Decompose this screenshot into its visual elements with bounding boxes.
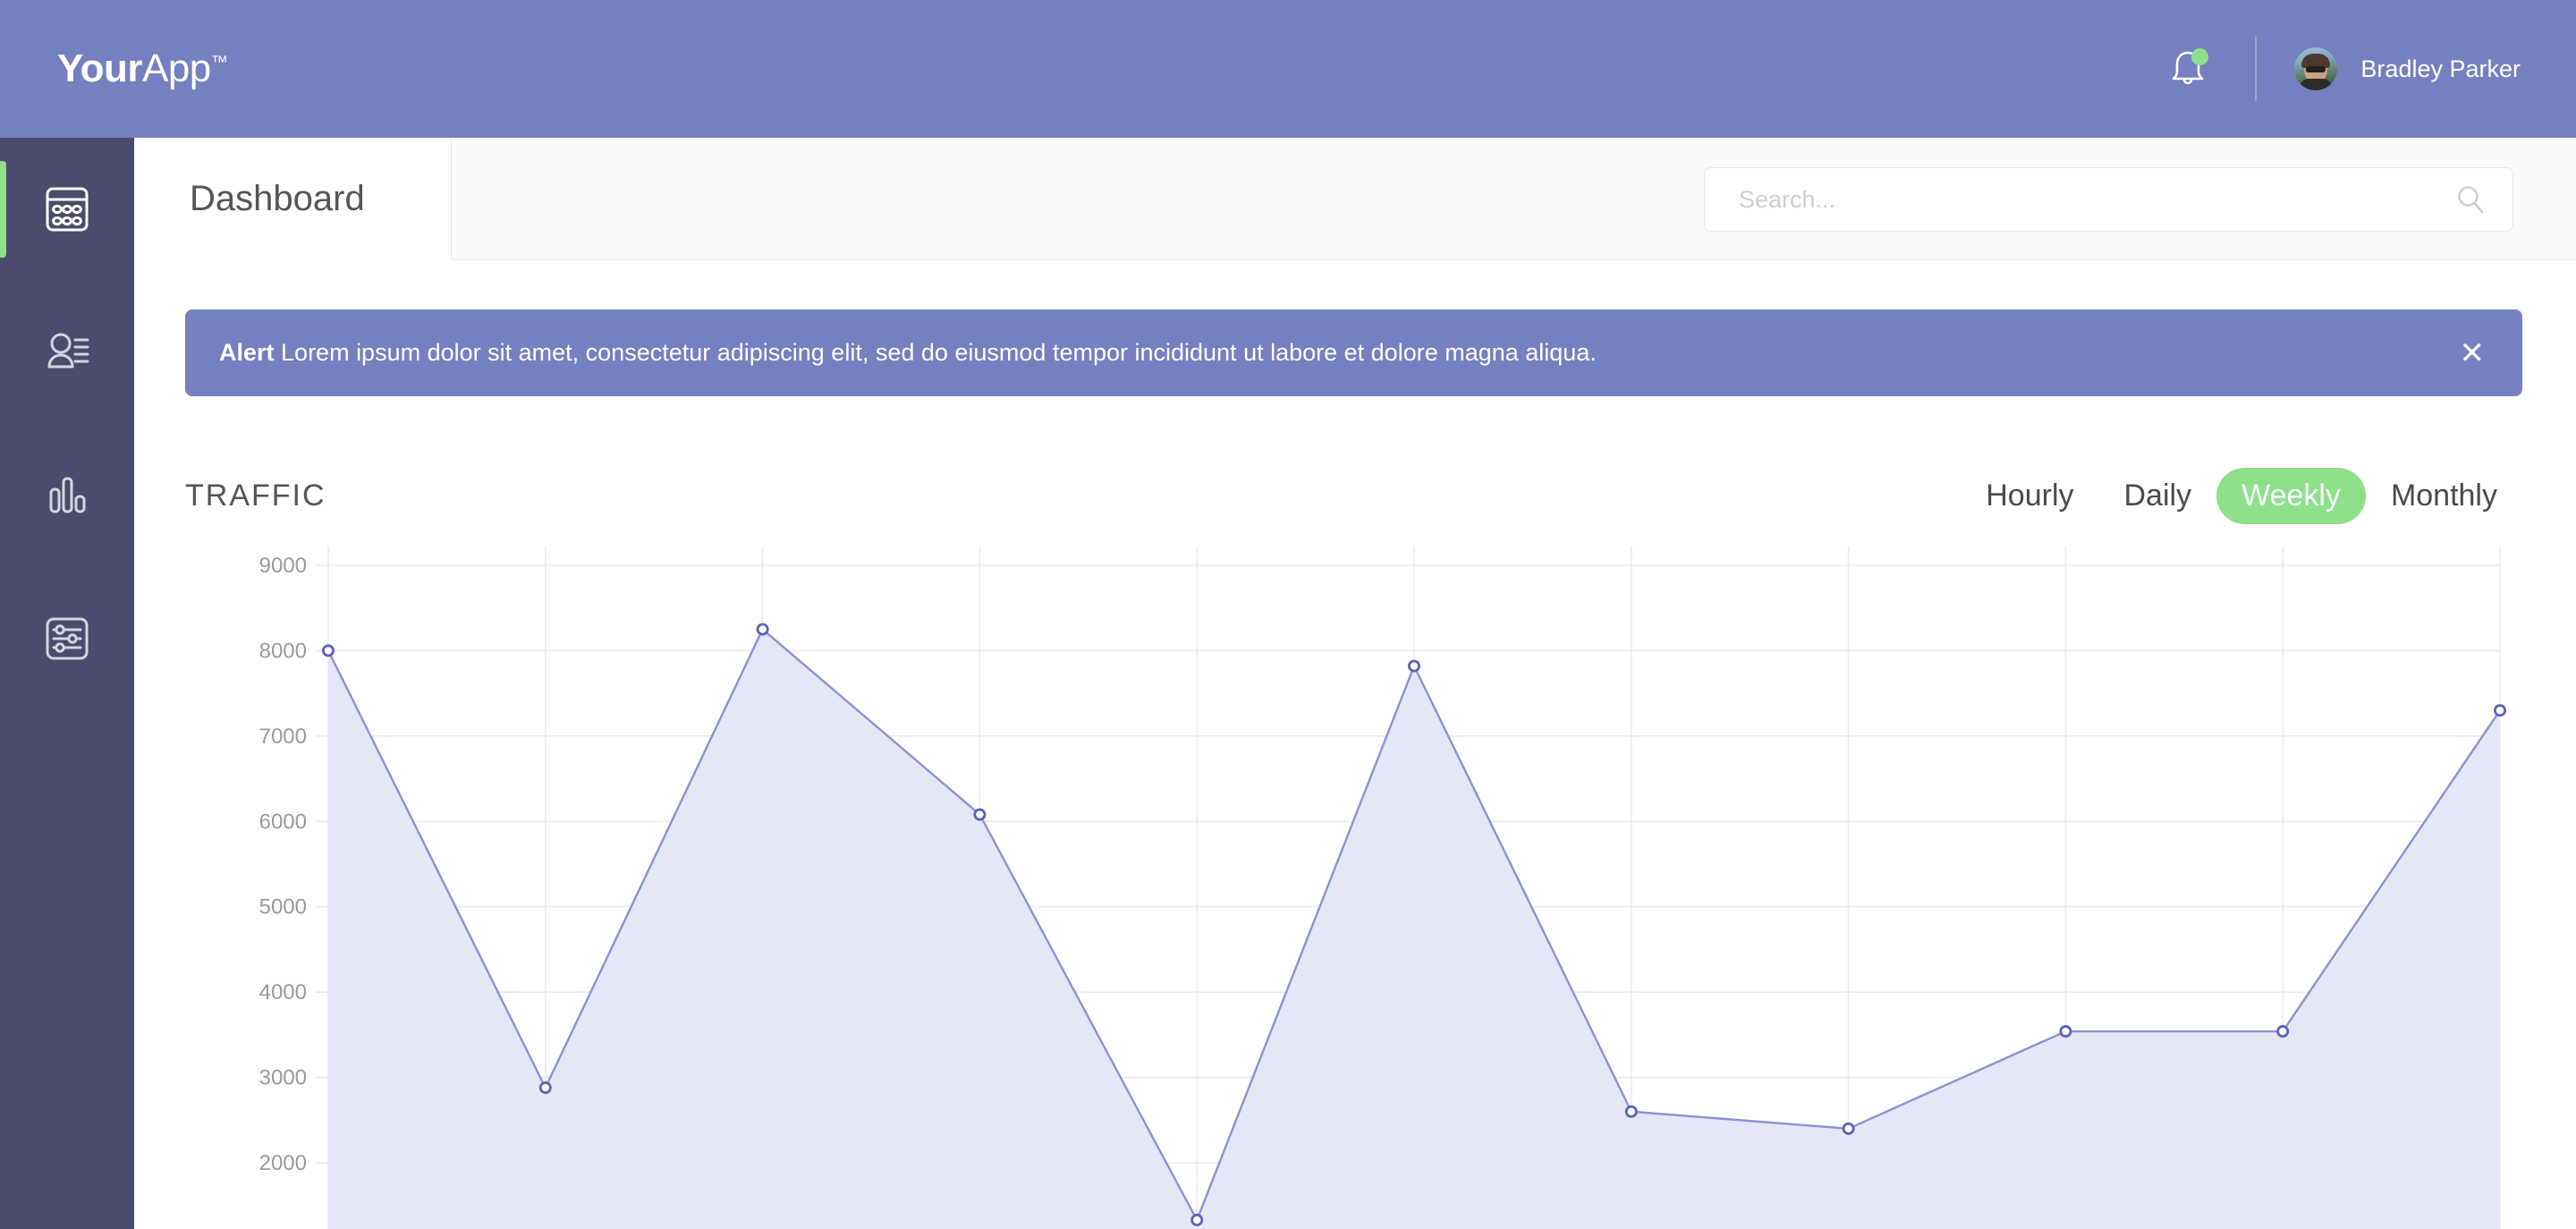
range-option-daily[interactable]: Daily xyxy=(2099,468,2217,524)
range-option-hourly[interactable]: Hourly xyxy=(1961,468,2098,524)
sidebar-item-reports[interactable] xyxy=(0,424,134,567)
traffic-panel-header: TRAFFIC Hourly Daily Weekly Monthly xyxy=(185,464,2522,527)
alert-body-text: Lorem ipsum dolor sit amet, consectetur … xyxy=(281,339,1597,366)
brand-bold-part: Your xyxy=(57,47,142,90)
sidebar-item-settings[interactable] xyxy=(0,567,134,710)
app-logo[interactable]: YourApp™ xyxy=(57,47,228,91)
traffic-area-chart-svg: 9000 8000 7000 6000 5000 4000 3000 2000 xyxy=(259,547,2506,1229)
main-content: Alert Lorem ipsum dolor sit amet, consec… xyxy=(134,260,2576,1229)
alert-banner: Alert Lorem ipsum dolor sit amet, consec… xyxy=(185,309,2522,396)
top-header: YourApp™ Bradley Parker xyxy=(0,0,2576,138)
search-icon[interactable] xyxy=(2455,184,2486,215)
brand-light-part: App xyxy=(141,47,211,90)
y-axis-tick-label: 5000 xyxy=(259,895,307,920)
sidebar-active-indicator xyxy=(0,161,6,258)
chart-data-point[interactable] xyxy=(756,623,769,636)
tab-strip: Dashboard xyxy=(134,138,2576,260)
chart-data-point[interactable] xyxy=(2059,1025,2072,1038)
bar-chart-icon xyxy=(49,477,86,513)
chart-data-point[interactable] xyxy=(1408,659,1421,673)
tab-dashboard[interactable]: Dashboard xyxy=(134,138,452,260)
header-actions: Bradley Parker xyxy=(2162,0,2521,138)
avatar-sunglasses xyxy=(2306,66,2326,72)
user-list-icon xyxy=(47,333,89,369)
avatar[interactable] xyxy=(2294,47,2338,90)
alert-label: Alert xyxy=(219,339,275,366)
avatar-body xyxy=(2300,79,2333,90)
search-input[interactable] xyxy=(1739,185,2455,214)
sidebar xyxy=(0,138,134,1229)
alert-message: Alert Lorem ipsum dolor sit amet, consec… xyxy=(219,341,1597,365)
search-bar[interactable] xyxy=(1704,167,2513,232)
range-option-weekly[interactable]: Weekly xyxy=(2216,467,2366,524)
sliders-settings-icon xyxy=(46,617,89,660)
chart-data-point[interactable] xyxy=(1624,1105,1638,1118)
y-axis-tick-label: 3000 xyxy=(259,1066,307,1090)
chart-data-point[interactable] xyxy=(2276,1025,2290,1038)
y-axis-tick-label: 6000 xyxy=(259,809,307,834)
chart-data-point[interactable] xyxy=(1842,1122,1855,1135)
sidebar-item-users[interactable] xyxy=(0,281,134,424)
traffic-chart[interactable]: 9000 8000 7000 6000 5000 4000 3000 2000 xyxy=(185,547,2522,1229)
chart-data-point[interactable] xyxy=(973,808,987,821)
time-range-toggle-group: Hourly Daily Weekly Monthly xyxy=(1961,467,2522,524)
chart-data-point[interactable] xyxy=(538,1081,552,1095)
chart-data-point[interactable] xyxy=(1191,1213,1204,1226)
traffic-panel-title: TRAFFIC xyxy=(185,478,326,513)
user-name-label[interactable]: Bradley Parker xyxy=(2360,55,2521,83)
y-axis-tick-label: 9000 xyxy=(259,554,307,578)
chart-area-fill xyxy=(328,629,2500,1229)
range-option-monthly[interactable]: Monthly xyxy=(2366,468,2522,524)
page-title: Dashboard xyxy=(190,179,365,218)
sidebar-item-dashboard[interactable] xyxy=(0,138,134,281)
y-axis-tick-label: 8000 xyxy=(259,639,307,663)
header-divider xyxy=(2255,37,2258,101)
y-axis-tick-label: 7000 xyxy=(259,725,307,749)
notifications-button[interactable] xyxy=(2162,43,2214,95)
trademark-symbol: ™ xyxy=(210,53,228,72)
alert-close-button[interactable]: ✕ xyxy=(2460,338,2486,369)
y-axis-tick-label: 2000 xyxy=(259,1151,307,1175)
calculator-icon xyxy=(46,187,89,232)
chart-data-point[interactable] xyxy=(2493,704,2506,717)
chart-data-point[interactable] xyxy=(321,644,335,657)
y-axis-tick-label: 4000 xyxy=(259,980,307,1004)
